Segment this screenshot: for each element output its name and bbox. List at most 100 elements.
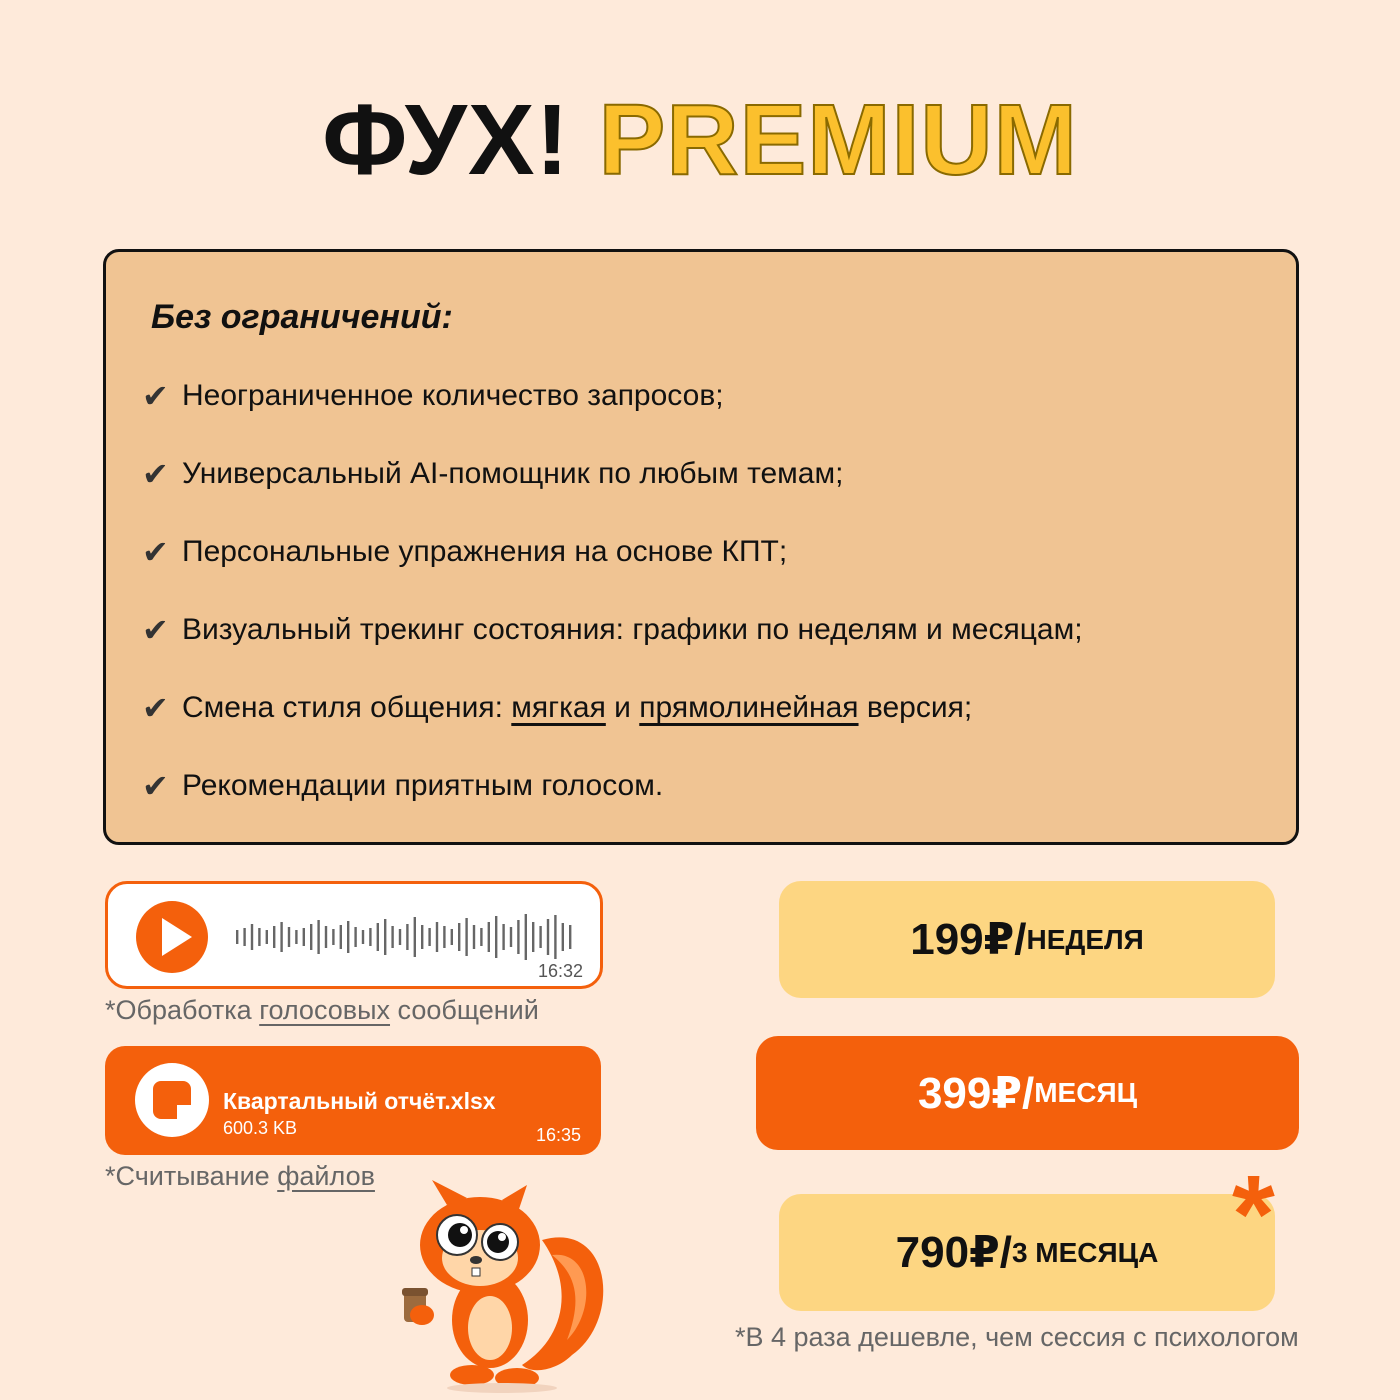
file-name: Квартальный отчёт.xlsx: [223, 1088, 496, 1114]
feature-text: Универсальный AI-помощник по любым темам…: [182, 457, 844, 490]
file-caption-link[interactable]: файлов: [277, 1161, 375, 1191]
feature-item-style: ✔ Смена стиля общения: мягкая и прямолин…: [142, 689, 972, 727]
feature-item: ✔ Визуальный трекинг состояния: графики …: [142, 611, 1083, 649]
voice-time: 16:32: [538, 961, 584, 981]
waveform-bar: [502, 924, 505, 950]
price-period: 3 МЕСЯЦА: [1011, 1236, 1159, 1268]
waveform-bar: [236, 930, 239, 944]
waveform-bar: [295, 930, 298, 944]
waveform-bar: [450, 929, 453, 945]
style-and: и: [605, 691, 640, 724]
feature-item: ✔ Персональные упражнения на основе КПТ;: [142, 533, 787, 571]
waveform-bar: [495, 916, 498, 958]
waveform-bar: [243, 928, 246, 946]
price-amount: 399₽/: [917, 1068, 1035, 1118]
waveform-bar: [265, 930, 268, 944]
waveform-bar: [443, 926, 446, 948]
feature-text: Смена стиля общения: мягкая и прямолиней…: [182, 691, 972, 725]
waveform-bar: [339, 925, 342, 949]
asterisk-icon: *: [1232, 1153, 1275, 1276]
brand-name: ФУХ!: [322, 84, 570, 196]
features-card: Без ограничений: ✔ Неограниченное количе…: [103, 249, 1299, 845]
feature-text: Рекомендации приятным голосом.: [182, 769, 664, 802]
waveform-bar: [509, 927, 513, 947]
feature-item: ✔ Неограниченное количество запросов;: [142, 377, 724, 415]
voice-caption: *Обработка голосовых сообщений: [105, 995, 539, 1026]
check-icon: ✔: [142, 690, 169, 726]
waveform-bar: [554, 915, 557, 959]
price-amount: 199₽/: [910, 915, 1027, 964]
price-quarterly-button[interactable]: 790₽/3 МЕСЯЦА: [779, 1194, 1275, 1311]
waveform-bar: [250, 924, 254, 950]
waveform-bar: [532, 922, 535, 952]
waveform-bar: [421, 925, 424, 949]
waveform-bar: [287, 927, 291, 947]
premium-label: PREMIUM: [598, 83, 1078, 197]
file-caption-prefix: *Считывание: [105, 1161, 278, 1191]
squirrel-mascot-icon: [402, 1180, 604, 1393]
check-icon: ✔: [142, 612, 169, 648]
waveform-bar: [302, 928, 305, 946]
price-weekly-button[interactable]: 199₽/НЕДЕЛЯ: [779, 881, 1275, 998]
check-icon: ✔: [142, 534, 169, 570]
file-caption: *Считывание файлов: [105, 1161, 375, 1192]
waveform-bar: [569, 925, 572, 949]
waveform-bar: [280, 922, 283, 952]
waveform-bar: [428, 928, 431, 946]
waveform-bar: [465, 918, 468, 956]
waveform-bar: [273, 926, 276, 948]
waveform-bar: [435, 922, 439, 952]
waveform-bar: [310, 924, 313, 950]
waveform-bar: [324, 926, 328, 948]
waveform-bar: [391, 926, 394, 948]
price-note: *В 4 раза дешевле, чем сессия с психолог…: [735, 1322, 1299, 1352]
waveform-bar: [458, 923, 461, 951]
file-time: 16:35: [536, 1125, 582, 1145]
feature-text: Визуальный трекинг состояния: графики по…: [182, 613, 1083, 646]
voice-message: 16:32: [105, 881, 603, 989]
feature-text: Неограниченное количество запросов;: [182, 379, 724, 412]
waveform-bar: [517, 920, 520, 954]
direct-style-link[interactable]: прямолинейная: [639, 691, 858, 724]
waveform-bar: [369, 928, 372, 946]
waveform-icon: [236, 914, 572, 960]
voice-caption-suffix: сообщений: [390, 995, 539, 1025]
waveform-bar: [361, 930, 365, 944]
waveform-bar: [480, 928, 483, 946]
waveform-bar: [561, 923, 564, 951]
check-icon: ✔: [142, 768, 169, 804]
waveform-bar: [406, 924, 409, 950]
voice-caption-prefix: *Обработка: [105, 995, 260, 1025]
waveform-bar: [487, 922, 490, 952]
style-prefix: Смена стиля общения:: [182, 691, 512, 724]
waveform-bar: [524, 914, 527, 960]
waveform-bar: [317, 920, 320, 954]
waveform-bar: [413, 917, 416, 957]
price-period: МЕСЯЦ: [1034, 1077, 1138, 1108]
voice-caption-link[interactable]: голосовых: [259, 995, 390, 1025]
soft-style-link[interactable]: мягкая: [511, 691, 606, 724]
waveform-bar: [376, 923, 379, 951]
feature-item: ✔ Рекомендации приятным голосом.: [142, 767, 663, 805]
waveform-bar: [332, 929, 335, 945]
price-monthly-button[interactable]: 399₽/МЕСЯЦ: [756, 1036, 1299, 1150]
waveform-bar: [347, 921, 350, 953]
waveform-bar: [539, 926, 542, 948]
page-title: ФУХ! PREMIUM: [0, 80, 1400, 200]
document-icon: [135, 1063, 209, 1137]
waveform-bar: [258, 928, 261, 946]
check-icon: ✔: [142, 456, 169, 492]
waveform-bar: [398, 929, 402, 945]
style-suffix: версия;: [858, 691, 973, 724]
file-message[interactable]: Квартальный отчёт.xlsx 600.3 KB 16:35: [105, 1046, 601, 1155]
waveform-bar: [546, 919, 550, 955]
check-icon: ✔: [142, 378, 169, 414]
file-size: 600.3 KB: [223, 1118, 298, 1138]
feature-item: ✔ Универсальный AI-помощник по любым тем…: [142, 455, 843, 493]
waveform-bar: [384, 919, 387, 955]
feature-text: Персональные упражнения на основе КПТ;: [182, 535, 788, 568]
features-heading: Без ограничений:: [151, 298, 453, 336]
play-icon[interactable]: [136, 901, 208, 973]
waveform-bar: [354, 927, 357, 947]
price-amount: 790₽/: [895, 1228, 1012, 1277]
